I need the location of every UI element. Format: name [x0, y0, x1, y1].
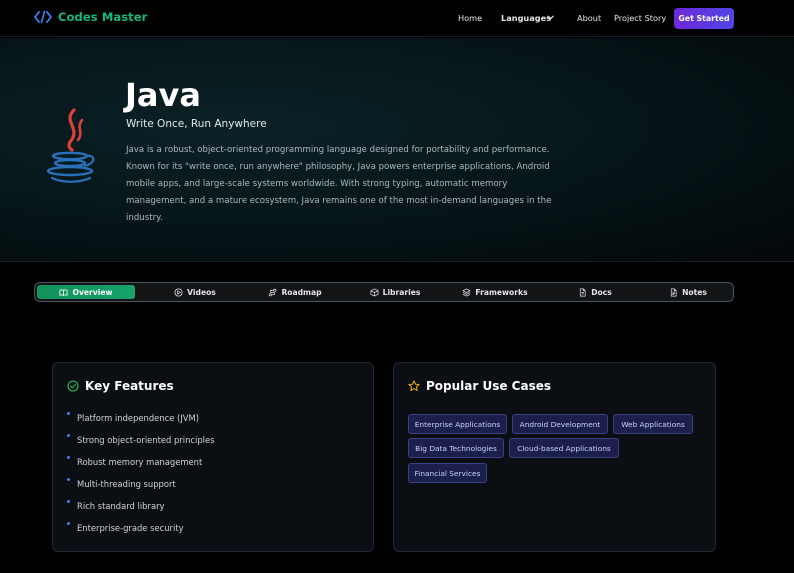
star-icon — [408, 380, 420, 391]
book-open-icon — [59, 288, 68, 296]
notes-icon — [670, 288, 677, 296]
use-cases-heading: Popular Use Cases — [408, 379, 551, 393]
tab-libraries[interactable]: Libraries — [345, 285, 445, 299]
bullet-dot — [67, 456, 70, 459]
tab-frameworks[interactable]: Frameworks — [445, 285, 545, 299]
list-item: Multi-threading support — [67, 478, 215, 501]
page-title: Java — [125, 76, 201, 114]
tab-notes[interactable]: Notes — [645, 285, 731, 299]
play-circle-icon — [174, 287, 183, 297]
list-item: Robust memory management — [67, 456, 215, 479]
feature-label: Platform independence (JVM) — [77, 413, 200, 423]
list-item: Platform independence (JVM) — [67, 412, 215, 435]
use-cases-card: Popular Use Cases Enterprise Application… — [393, 362, 716, 552]
tab-frameworks-label: Frameworks — [475, 287, 528, 297]
tab-videos[interactable]: Videos — [145, 285, 245, 299]
hero-subtitle: Write Once, Run Anywhere — [126, 118, 267, 130]
tab-videos-label: Videos — [187, 287, 216, 297]
use-case-chip[interactable]: Big Data Technologies — [408, 438, 504, 458]
bullet-dot — [67, 434, 70, 437]
use-case-chip[interactable]: Enterprise Applications — [408, 414, 507, 434]
tab-notes-label: Notes — [682, 287, 707, 297]
tab-docs-label: Docs — [591, 287, 612, 297]
use-case-chip[interactable]: Cloud-based Applications — [509, 438, 619, 458]
java-logo-icon — [46, 108, 95, 183]
nav-project-story-link[interactable]: Project Story — [614, 13, 666, 23]
layers-icon — [462, 288, 471, 296]
key-features-card: Key Features Platform independence (JVM)… — [52, 362, 374, 552]
nav-about-link[interactable]: About — [577, 13, 601, 23]
top-navbar: Codes Master Home Languages About Projec… — [0, 0, 794, 37]
list-item: Strong object-oriented principles — [67, 434, 215, 457]
tab-roadmap[interactable]: Roadmap — [245, 285, 345, 299]
use-case-chip[interactable]: Android Development — [512, 414, 608, 434]
check-circle-icon — [67, 380, 79, 392]
bullet-dot — [67, 412, 70, 415]
use-case-chip[interactable]: Financial Services — [408, 463, 487, 483]
hero-section: Java Write Once, Run Anywhere Java is a … — [0, 38, 794, 262]
tab-libraries-label: Libraries — [382, 287, 421, 297]
features-list: Platform independence (JVM) Strong objec… — [67, 412, 215, 545]
get-started-button[interactable]: Get Started — [674, 8, 734, 29]
nav-home-link[interactable]: Home — [458, 13, 482, 23]
list-item: Rich standard library — [67, 500, 215, 523]
list-item: Enterprise-grade security — [67, 522, 215, 545]
bullet-dot — [67, 522, 70, 525]
tab-roadmap-label: Roadmap — [281, 287, 322, 297]
content-tabs: Overview Videos Roadmap Libraries Framew… — [34, 282, 734, 302]
feature-label: Strong object-oriented principles — [77, 435, 215, 445]
tab-overview-label: Overview — [72, 287, 113, 297]
use-cases-title: Popular Use Cases — [426, 379, 552, 393]
feature-label: Robust memory management — [77, 457, 203, 467]
tab-docs[interactable]: Docs — [545, 285, 645, 299]
feature-label: Multi-threading support — [77, 479, 176, 489]
nav-languages-dropdown[interactable]: Languages — [501, 13, 551, 23]
key-features-title: Key Features — [85, 379, 174, 393]
feature-label: Rich standard library — [77, 501, 165, 511]
roadmap-icon — [269, 288, 277, 296]
hero-description: Java is a robust, object-oriented progra… — [126, 145, 552, 223]
key-features-heading: Key Features — [67, 379, 174, 393]
use-case-chip[interactable]: Web Applications — [613, 414, 693, 434]
chevron-down-icon[interactable] — [546, 13, 555, 22]
tab-overview[interactable]: Overview — [37, 285, 135, 299]
package-icon — [370, 288, 379, 296]
document-icon — [580, 288, 586, 296]
bullet-dot — [67, 500, 70, 503]
feature-label: Enterprise-grade security — [77, 523, 184, 533]
bullet-dot — [67, 478, 70, 481]
